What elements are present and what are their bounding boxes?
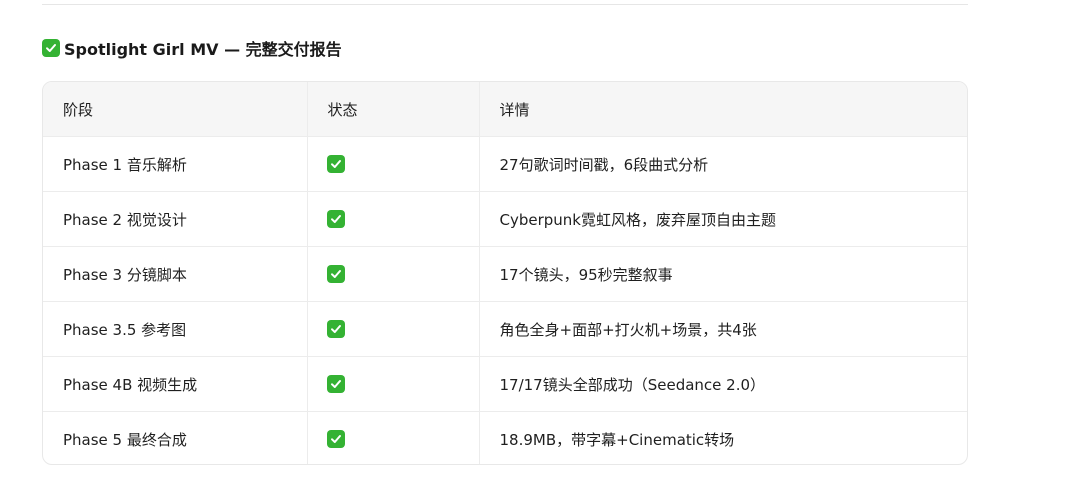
check-mark-icon xyxy=(326,209,345,228)
check-mark-icon xyxy=(326,154,345,173)
divider xyxy=(42,4,968,5)
check-mark-icon xyxy=(326,429,345,448)
phase-cell: Phase 4B 视频生成 xyxy=(43,356,308,412)
status-cell xyxy=(307,301,480,357)
column-header-phase: 阶段 xyxy=(43,82,308,137)
table-row: Phase 3 分镜脚本 17个镜头，95秒完整叙事 xyxy=(43,246,967,302)
status-cell xyxy=(307,191,480,247)
status-cell xyxy=(307,136,480,192)
detail-cell: 17个镜头，95秒完整叙事 xyxy=(479,246,967,302)
check-mark-icon xyxy=(326,264,345,283)
column-header-detail: 详情 xyxy=(479,82,967,137)
table-row: Phase 4B 视频生成 17/17镜头全部成功（Seedance 2.0） xyxy=(43,356,967,412)
check-mark-icon xyxy=(42,39,60,57)
status-cell xyxy=(307,246,480,302)
detail-cell: 27句歌词时间戳，6段曲式分析 xyxy=(479,136,967,192)
detail-cell: 角色全身+面部+打火机+场景，共4张 xyxy=(479,301,967,357)
status-cell xyxy=(307,356,480,412)
phase-cell: Phase 1 音乐解析 xyxy=(43,136,308,192)
phase-cell: Phase 3 分镜脚本 xyxy=(43,246,308,302)
phase-cell: Phase 2 视觉设计 xyxy=(43,191,308,247)
check-mark-icon xyxy=(326,374,345,393)
table-row: Phase 2 视觉设计 Cyberpunk霓虹风格，废弃屋顶自由主题 xyxy=(43,191,967,247)
detail-cell: 18.9MB，带字幕+Cinematic转场 xyxy=(499,430,735,449)
delivery-table: 阶段 状态 详情 Phase 1 音乐解析 27句歌词时间戳，6段曲式分析 Ph… xyxy=(42,81,968,465)
heading-text: Spotlight Girl MV — 完整交付报告 xyxy=(64,40,342,59)
phase-cell: Phase 5 最终合成 xyxy=(43,411,308,464)
table-row: Phase 5 最终合成 18.9MB，带字幕+Cinematic转场 xyxy=(43,411,967,464)
detail-cell: Cyberpunk霓虹风格，废弃屋顶自由主题 xyxy=(479,191,967,247)
table-header-row: 阶段 状态 详情 xyxy=(43,82,967,137)
report-page: Spotlight Girl MV — 完整交付报告 阶段 状态 详情 Phas… xyxy=(0,0,1080,484)
check-mark-icon xyxy=(326,319,345,338)
report-heading: Spotlight Girl MV — 完整交付报告 xyxy=(42,36,342,60)
status-cell xyxy=(307,411,480,464)
detail-cell: 17/17镜头全部成功（Seedance 2.0） xyxy=(479,356,967,412)
table-row: Phase 3.5 参考图 角色全身+面部+打火机+场景，共4张 xyxy=(43,301,967,357)
column-header-status: 状态 xyxy=(307,82,480,137)
table-row: Phase 1 音乐解析 27句歌词时间戳，6段曲式分析 xyxy=(43,136,967,192)
phase-cell: Phase 3.5 参考图 xyxy=(43,301,308,357)
